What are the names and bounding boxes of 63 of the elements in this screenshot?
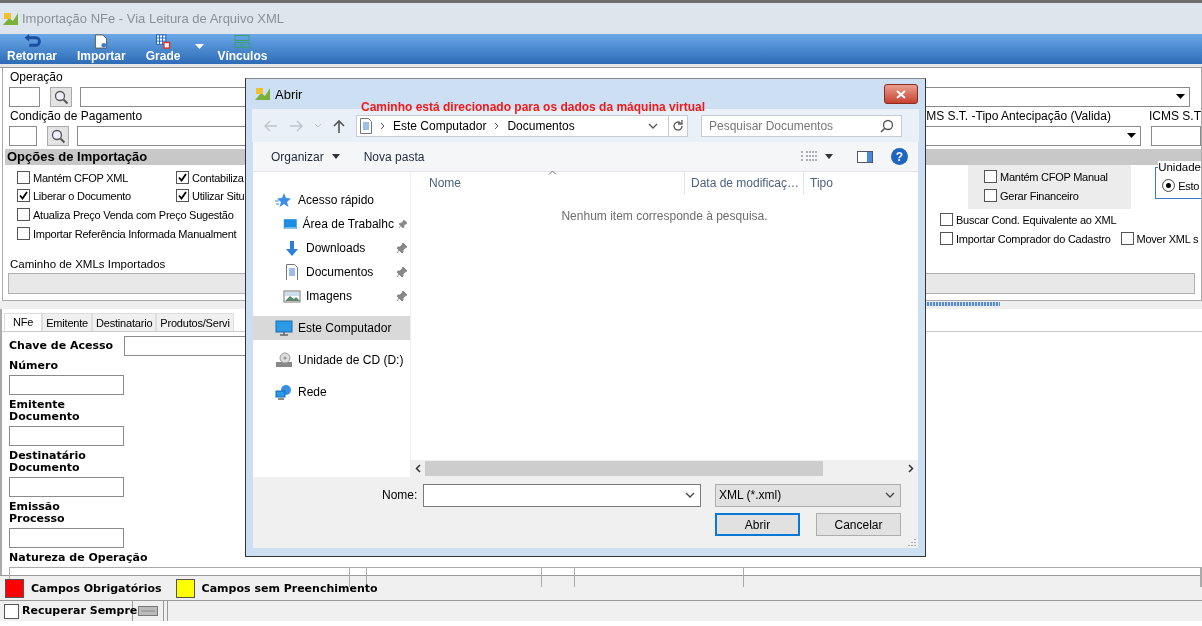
checkbox-label: Liberar o Documento: [33, 189, 131, 202]
checkbox-label: Atualiza Preço Venda com Preço Sugestão: [33, 208, 234, 221]
address-bar[interactable]: Este Computador Documentos: [356, 114, 688, 137]
tab[interactable]: Produtos/Servi: [156, 313, 234, 331]
nav-item[interactable]: Imagens: [253, 284, 410, 308]
checkbox-label: Gerar Financeiro: [1000, 189, 1079, 202]
nav-item[interactable]: Rede: [253, 380, 410, 404]
empty-message: Nenhum item corresponde à pesquisa.: [560, 209, 769, 223]
field-label: MS S.T. -Tipo Antecipação (Valida): [926, 109, 1112, 124]
checkbox-label: Contabiliza: [192, 171, 244, 184]
open-button[interactable]: Abrir: [715, 513, 800, 536]
field-label: Caminho de XMLs Importados: [10, 257, 167, 271]
column-header[interactable]: Data de modificaç…: [685, 172, 804, 194]
field-label: Número: [9, 360, 58, 372]
checkbox-label: Mantém CFOP XML: [33, 171, 129, 184]
toolbar-button[interactable]: Grade: [140, 34, 186, 64]
checkbox-label: Importar Comprador do Cadastro: [956, 232, 1111, 245]
field-label: ICMS S.T: [1149, 109, 1201, 124]
dialog-title: Abrir: [275, 86, 303, 102]
breadcrumb-item[interactable]: Este Computador: [393, 118, 487, 133]
checkbox-label: Utilizar Situ: [192, 189, 245, 202]
field-label: Processo: [9, 513, 65, 525]
field-label: Operação: [10, 70, 64, 85]
checkbox-label: Mantém CFOP Manual: [1000, 170, 1108, 183]
nav-item[interactable]: Documentos: [253, 260, 410, 284]
legend-label: Campos sem Preenchimento: [201, 581, 378, 595]
field-label: Chave de Acesso: [9, 340, 114, 352]
file-type-dropdown[interactable]: XML (*.xml): [715, 483, 901, 507]
checkbox-label: Mover XML s: [1136, 232, 1199, 245]
toolbar-button[interactable]: Retornar: [2, 34, 62, 64]
nav-item[interactable]: Downloads: [253, 236, 410, 260]
legend-label: Campos Obrigatórios: [31, 581, 162, 595]
group-title: Unidade: [1158, 161, 1201, 174]
nav-item[interactable]: Área de Trabalhc: [253, 212, 410, 236]
field-label: Documento: [9, 411, 80, 423]
field-label: Emitente: [9, 399, 65, 411]
organize-menu[interactable]: Organizar: [259, 149, 352, 164]
tab[interactable]: NFe: [4, 313, 43, 331]
field-label: Destinatário: [9, 450, 86, 462]
checkbox-label: Recuperar Sempre: [22, 605, 138, 617]
nav-item[interactable]: Acesso rápido: [253, 188, 410, 212]
new-folder-button[interactable]: Nova pasta: [351, 149, 437, 164]
column-header[interactable]: Tipo: [804, 172, 833, 194]
breadcrumb-item[interactable]: Documentos: [507, 118, 575, 133]
field-label: Documento: [9, 462, 80, 474]
tab[interactable]: Destinatario: [92, 313, 157, 331]
window-title: Importação NFe - Via Leitura de Arquivo XML: [22, 11, 285, 26]
radio-label: Esto: [1178, 179, 1200, 192]
annotation-text: Caminho está direcionado para os dados da máquina virtual: [361, 100, 706, 114]
nav-item[interactable]: Este Computador: [253, 316, 410, 340]
nav-item[interactable]: Unidade de CD (D:): [253, 348, 410, 372]
field-label: Natureza de Operação: [9, 552, 148, 564]
toolbar-button[interactable]: Importar: [72, 34, 131, 64]
search-field[interactable]: Pesquisar Documentos: [701, 114, 902, 137]
checkbox-label: Buscar Cond. Equivalente ao XML: [956, 213, 1117, 226]
tab[interactable]: Emitente: [42, 313, 92, 331]
toolbar-button[interactable]: Vínculos: [212, 34, 273, 64]
cancel-button[interactable]: Cancelar: [816, 513, 901, 536]
checkbox-label: Importar Referência Informada Manualment: [33, 227, 237, 240]
help-button[interactable]: ?: [891, 148, 908, 165]
field-label: Nome:: [382, 488, 419, 502]
field-label: Emissão: [9, 501, 60, 513]
column-header[interactable]: Nome: [411, 172, 685, 194]
